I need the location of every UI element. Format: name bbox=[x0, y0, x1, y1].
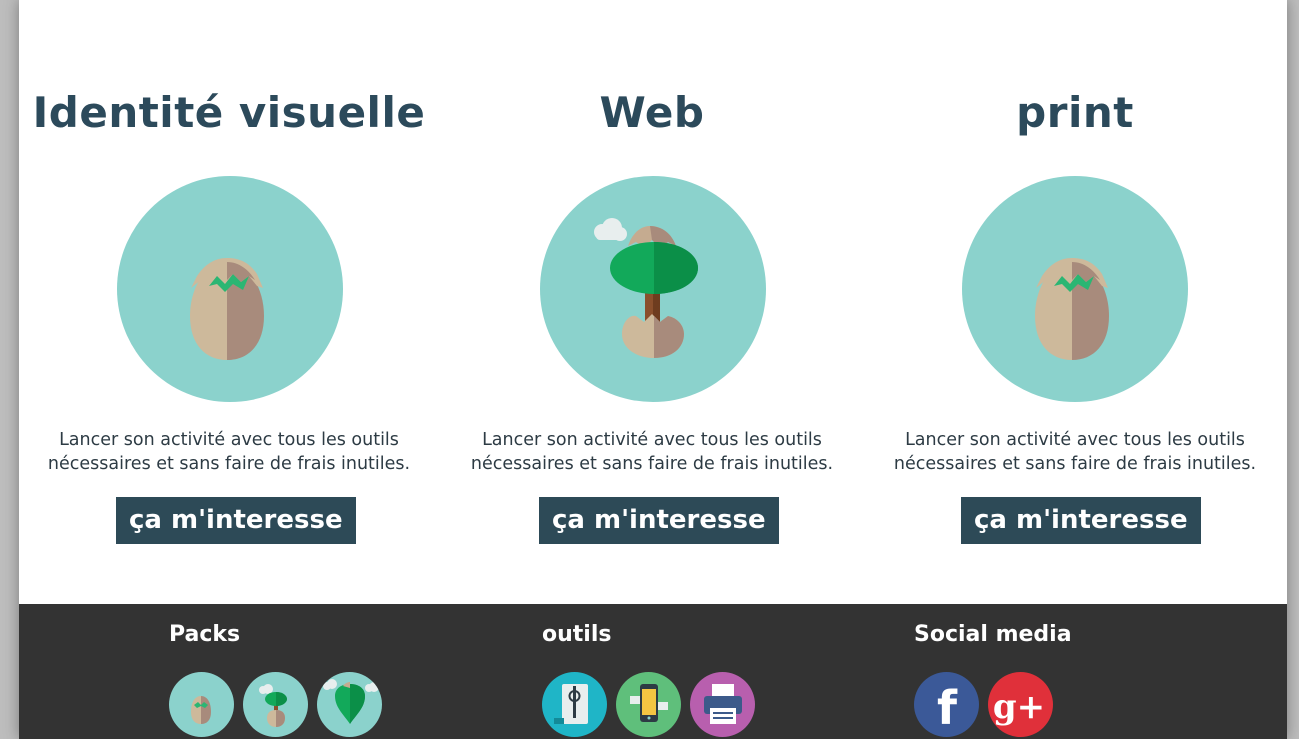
footer-packs-title: Packs bbox=[169, 622, 241, 647]
outils-icons bbox=[542, 672, 759, 737]
description-line-2: nécessaires et sans faire de frais inuti… bbox=[893, 454, 1257, 474]
facebook-letter: f bbox=[937, 681, 958, 735]
service-description: Lancer son activité avec tous les outils… bbox=[452, 428, 852, 476]
description-line-2: nécessaires et sans faire de frais inuti… bbox=[47, 454, 411, 474]
sprout-pack-icon[interactable] bbox=[243, 672, 309, 737]
description-line-1: Lancer son activité avec tous les outils bbox=[482, 430, 822, 450]
google-plus-icon[interactable]: g+ bbox=[988, 672, 1054, 737]
service-description: Lancer son activité avec tous les outils… bbox=[29, 428, 429, 476]
footer-outils-title: outils bbox=[542, 622, 612, 647]
description-line-2: nécessaires et sans faire de frais inuti… bbox=[470, 454, 834, 474]
footer-outils: outils bbox=[542, 622, 756, 737]
egg-hatching-icon bbox=[962, 176, 1188, 402]
interest-button-web[interactable]: ça m'interesse bbox=[539, 497, 779, 544]
service-title: print bbox=[1016, 88, 1134, 137]
footer-packs: Packs bbox=[169, 622, 383, 737]
footer-social-title: Social media bbox=[914, 622, 1072, 647]
footer-social: Social media f g+ bbox=[914, 622, 1072, 737]
google-plus-label: g+ bbox=[993, 687, 1045, 727]
printer-icon[interactable] bbox=[690, 672, 756, 737]
tree-from-egg-icon bbox=[540, 176, 766, 402]
service-title: Identité visuelle bbox=[32, 88, 426, 137]
page-frame: Identité visuelle Lancer son activité av… bbox=[19, 0, 1287, 739]
egg-pack-icon[interactable] bbox=[169, 672, 234, 737]
description-line-1: Lancer son activité avec tous les outils bbox=[905, 430, 1245, 450]
interest-button-print[interactable]: ça m'interesse bbox=[961, 497, 1201, 544]
facebook-icon[interactable]: f bbox=[914, 672, 979, 737]
interest-button-identite[interactable]: ça m'interesse bbox=[116, 497, 356, 544]
service-title: Web bbox=[599, 88, 705, 137]
packs-icons bbox=[169, 672, 386, 737]
balloon-tree-pack-icon[interactable] bbox=[317, 672, 383, 737]
mobile-web-icon[interactable] bbox=[616, 672, 682, 737]
description-line-1: Lancer son activité avec tous les outils bbox=[59, 430, 399, 450]
egg-hatching-icon bbox=[117, 176, 343, 402]
social-icons: f g+ bbox=[914, 672, 1057, 737]
footer: Packs outils Social media f g+ bbox=[19, 604, 1287, 739]
service-description: Lancer son activité avec tous les outils… bbox=[875, 428, 1275, 476]
design-tool-icon[interactable] bbox=[542, 672, 607, 737]
